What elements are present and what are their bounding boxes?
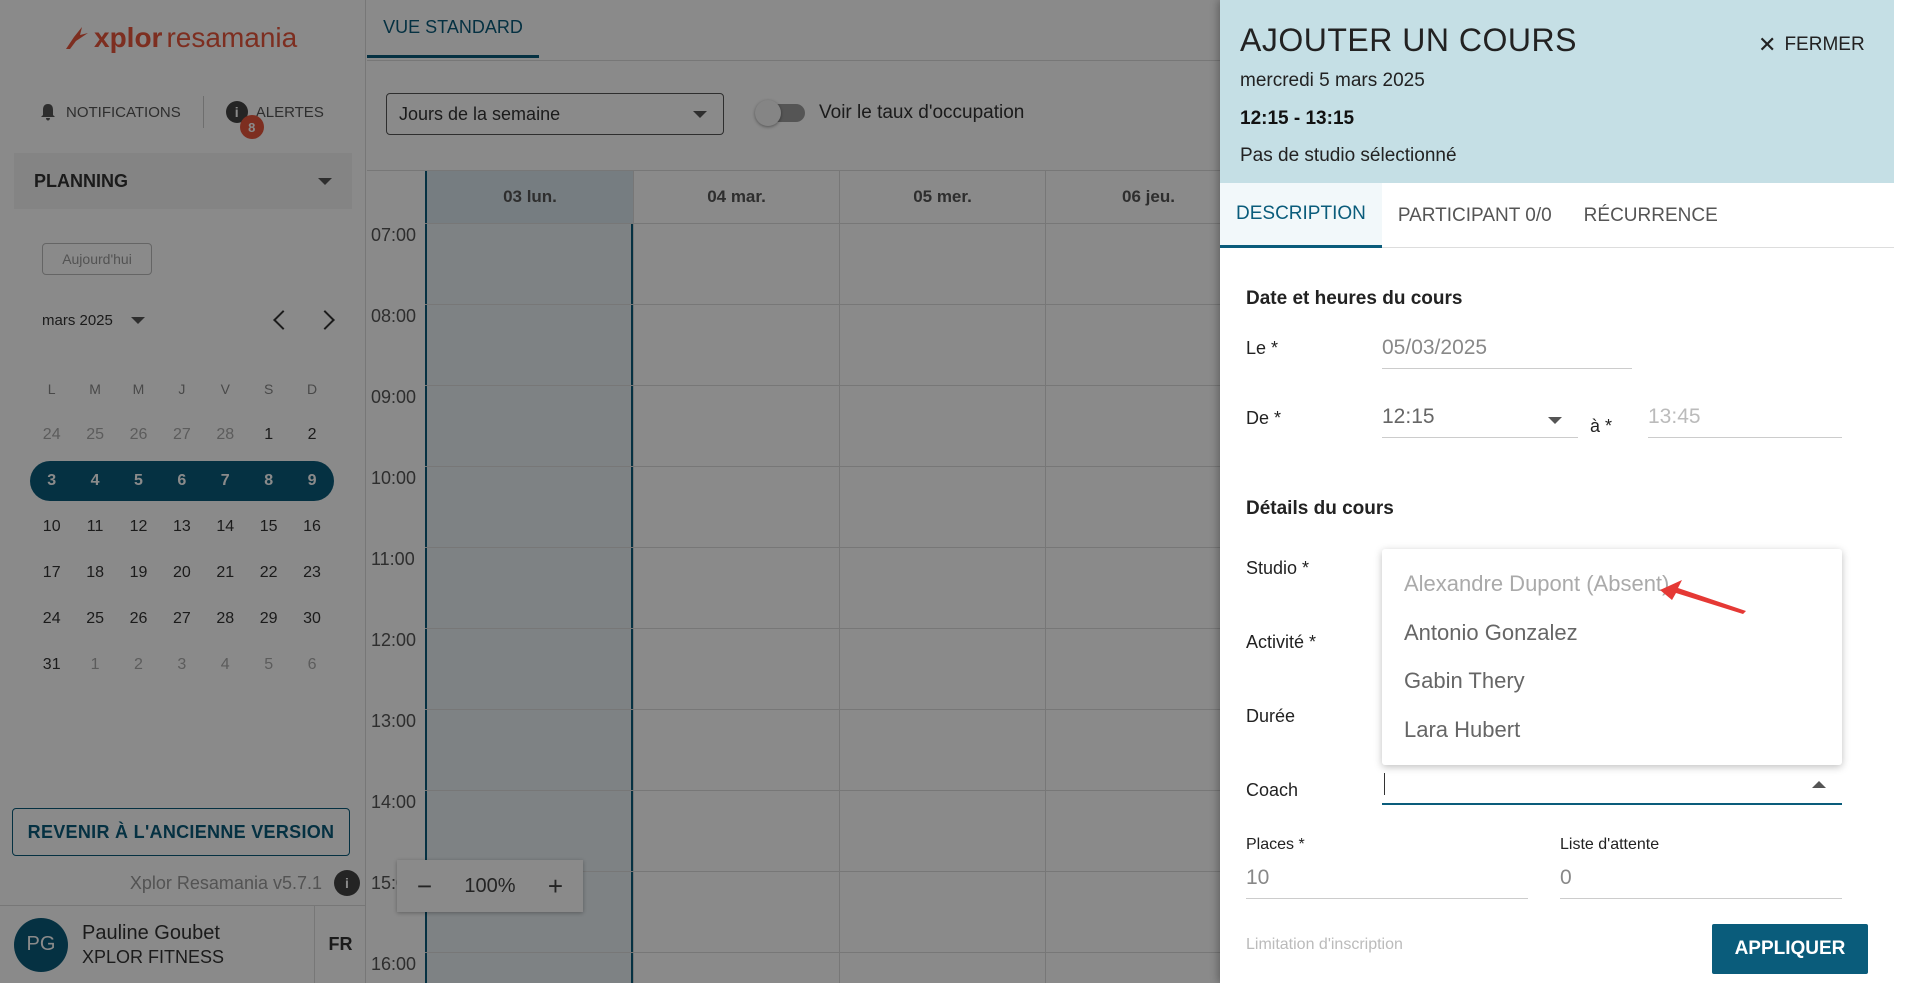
coach-option[interactable]: Gabin Thery [1404,668,1525,694]
course-studio-note: Pas de studio sélectionné [1240,145,1457,166]
waitlist-input[interactable]: 0 [1560,866,1842,899]
close-button[interactable]: ✕ FERMER [1758,32,1865,58]
places-value: 10 [1246,866,1270,889]
coach-select[interactable] [1382,767,1842,805]
close-icon: ✕ [1758,32,1777,57]
add-course-drawer: AJOUTER UN COURS ✕ FERMER mercredi 5 mar… [1220,0,1906,983]
places-label: Places * [1246,836,1305,853]
caret-down-icon [1548,417,1562,424]
coach-option-disabled: Alexandre Dupont (Absent) [1404,571,1670,596]
annotation-arrow-icon [1660,580,1746,614]
studio-label: Studio * [1246,558,1310,578]
date-input-value: 05/03/2025 [1382,336,1488,359]
end-time-value: 13:45 [1648,405,1701,428]
tab-recurrence[interactable]: RÉCURRENCE [1568,183,1734,248]
places-input[interactable]: 10 [1246,866,1528,899]
waitlist-label: Liste d'attente [1560,836,1660,853]
modal-backdrop[interactable] [0,0,1220,983]
start-time-value: 12:15 [1382,405,1435,428]
app-root: xplor resamania NOTIFICATIONS i 8 ALERTE… [0,0,1906,983]
waitlist-value: 0 [1560,866,1572,889]
date-input[interactable]: 05/03/2025 [1382,336,1632,369]
drawer-title: AJOUTER UN COURS [1240,22,1577,58]
activite-label: Activité * [1246,632,1317,652]
de-label: De * [1246,408,1282,428]
close-label: FERMER [1784,34,1865,55]
le-label: Le * [1246,338,1279,358]
tab-description[interactable]: DESCRIPTION [1220,183,1382,248]
coach-dropdown: Alexandre Dupont (Absent) Antonio Gonzal… [1382,549,1842,765]
coach-option[interactable]: Antonio Gonzalez [1404,620,1578,646]
limitation-label: Limitation d'inscription [1246,936,1403,953]
section-title-dates: Date et heures du cours [1246,288,1463,309]
duree-label: Durée [1246,706,1296,726]
apply-button[interactable]: APPLIQUER [1712,924,1868,974]
end-time-input[interactable]: 13:45 [1648,405,1842,438]
section-title-details: Détails du cours [1246,498,1394,519]
course-date: mercredi 5 mars 2025 [1240,70,1425,91]
window-edge [1894,0,1906,983]
start-time-select[interactable]: 12:15 [1382,405,1578,438]
coach-label: Coach [1246,780,1299,800]
tab-participant[interactable]: PARTICIPANT 0/0 [1382,183,1568,248]
text-caret [1384,773,1385,795]
course-form: Date et heures du cours Le * 05/03/2025 … [1220,248,1894,983]
drawer-header: AJOUTER UN COURS ✕ FERMER mercredi 5 mar… [1220,0,1894,183]
caret-up-icon [1812,781,1826,788]
a-label: à * [1590,416,1613,436]
drawer-tabs: DESCRIPTION PARTICIPANT 0/0 RÉCURRENCE [1220,183,1894,248]
course-time: 12:15 - 13:15 [1240,108,1355,129]
coach-option[interactable]: Lara Hubert [1404,717,1520,743]
